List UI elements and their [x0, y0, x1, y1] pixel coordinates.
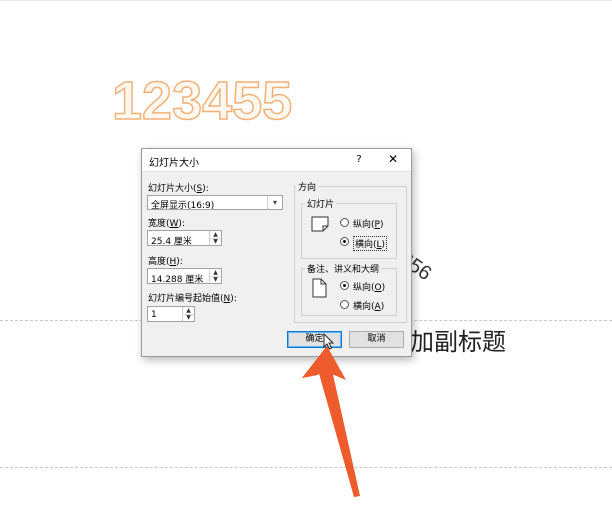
- notes-landscape-label[interactable]: 横向(A): [353, 299, 384, 312]
- top-border: [0, 0, 612, 1]
- decrement-icon[interactable]: ▼: [210, 238, 221, 245]
- outlined-number-text[interactable]: 123455: [111, 70, 293, 132]
- decrement-icon[interactable]: ▼: [183, 314, 194, 321]
- pointer-arrow-annotation: [302, 346, 360, 497]
- landscape-page-icon: [311, 216, 329, 232]
- height-value: 14.288 厘米: [151, 275, 204, 285]
- slide-size-value: 全屏显示(16:9): [151, 201, 215, 211]
- notes-landscape-radio[interactable]: [340, 300, 349, 309]
- notes-portrait-label[interactable]: 纵向(O): [353, 280, 385, 293]
- slides-portrait-label[interactable]: 纵向(P): [353, 217, 383, 230]
- slides-landscape-radio[interactable]: [340, 237, 349, 246]
- slides-portrait-radio[interactable]: [340, 218, 349, 227]
- width-stepper-buttons: ▲ ▼: [209, 231, 221, 245]
- start-number-value: 1: [151, 310, 157, 320]
- chevron-down-icon[interactable]: ▾: [267, 196, 282, 209]
- notes-group-label: 备注、讲义和大纲: [305, 262, 382, 275]
- start-number-stepper-buttons: ▲ ▼: [182, 307, 194, 321]
- slides-landscape-label[interactable]: 横向(L): [353, 236, 388, 251]
- start-number-stepper[interactable]: 1 ▲ ▼: [147, 306, 195, 322]
- orientation-label: 方向: [296, 180, 319, 193]
- width-label: 宽度(W):: [148, 219, 185, 229]
- close-icon[interactable]: ✕: [385, 152, 401, 167]
- width-stepper[interactable]: 25.4 厘米 ▲ ▼: [147, 230, 222, 247]
- start-number-label: 幻灯片编号起始值(N):: [148, 294, 237, 304]
- help-button[interactable]: ?: [352, 152, 366, 167]
- subtitle-placeholder[interactable]: 加副标题: [410, 322, 506, 357]
- width-value: 25.4 厘米: [151, 237, 192, 247]
- height-label: 高度(H):: [148, 257, 183, 267]
- slides-group-label: 幻灯片: [305, 197, 337, 210]
- slide-size-label: 幻灯片大小(S):: [148, 184, 209, 194]
- slide-size-dialog: 幻灯片大小 ? ✕ 幻灯片大小(S): 全屏显示(16:9) ▾ 宽度(W): …: [141, 148, 412, 357]
- height-stepper[interactable]: 14.288 厘米 ▲ ▼: [147, 268, 222, 285]
- notes-portrait-radio[interactable]: [340, 281, 349, 290]
- height-stepper-buttons: ▲ ▼: [209, 269, 221, 283]
- decrement-icon[interactable]: ▼: [210, 276, 221, 283]
- dialog-title: 幻灯片大小: [149, 158, 199, 169]
- slide-size-select[interactable]: 全屏显示(16:9) ▾: [147, 195, 283, 211]
- portrait-page-icon: [312, 278, 327, 298]
- dialog-titlebar[interactable]: 幻灯片大小 ? ✕: [142, 149, 411, 172]
